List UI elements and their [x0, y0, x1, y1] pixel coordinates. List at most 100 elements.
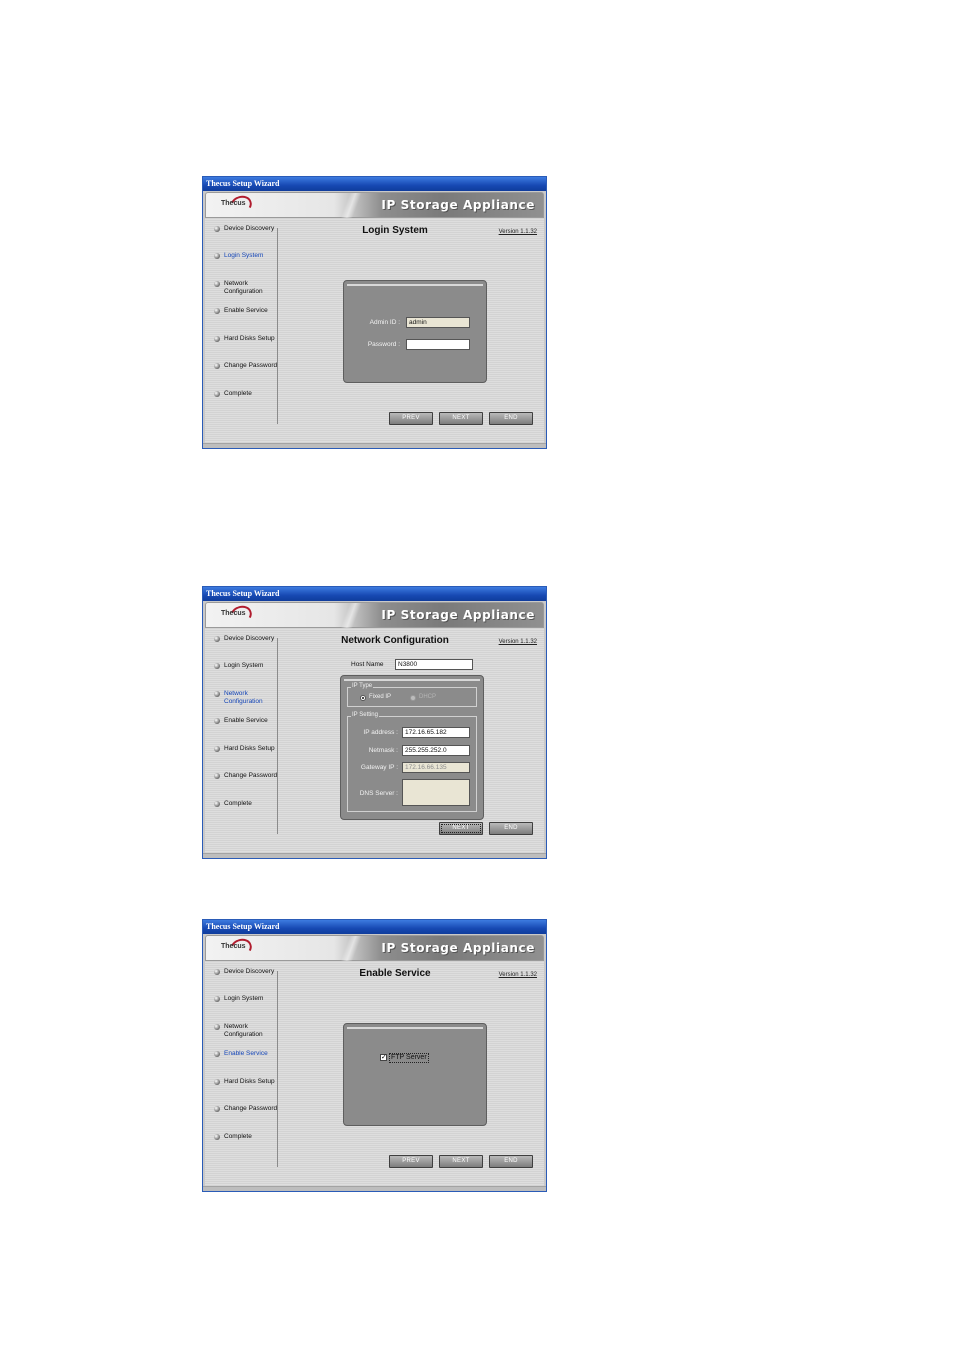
sidebar-item-complete[interactable]: Complete	[212, 800, 278, 820]
bullet-ball-icon	[214, 336, 220, 342]
bullet-ball-icon	[214, 636, 220, 642]
host-name-field[interactable]: N3800	[395, 659, 473, 670]
sidebar-item-device-discovery[interactable]: Device Discovery	[212, 635, 278, 655]
page-title: Network Configuration	[341, 635, 449, 646]
sidebar-item-change-password[interactable]: Change Password	[212, 1105, 278, 1125]
bullet-ball-icon	[214, 1051, 220, 1057]
wizard-window-network: Thecus Setup Wizard Thecus IP Storage Ap…	[202, 586, 547, 859]
wizard-content: Device Discovery Login System Network Co…	[205, 218, 544, 446]
ip-type-group: IP Type Fixed IP DHCP	[347, 683, 477, 707]
end-button[interactable]: END	[489, 412, 533, 425]
bullet-ball-icon	[214, 969, 220, 975]
bullet-ball-icon	[214, 996, 220, 1002]
dhcp-label: DHCP	[419, 694, 437, 700]
prev-button[interactable]: PREV	[389, 412, 433, 425]
sidebar-item-enable-service[interactable]: Enable Service	[212, 307, 278, 327]
version-label: Version 1.1.32	[498, 639, 537, 645]
bullet-ball-icon	[214, 308, 220, 314]
netmask-field[interactable]: 255.255.252.0	[402, 745, 470, 756]
bullet-ball-icon	[214, 718, 220, 724]
sidebar-item-change-password[interactable]: Change Password	[212, 772, 278, 792]
service-panel: ✓ FTP Server	[343, 1023, 487, 1126]
banner: Thecus IP Storage Appliance	[205, 602, 544, 629]
bullet-ball-icon	[214, 1024, 220, 1030]
wizard-content: Device Discovery Login System Network Co…	[205, 961, 544, 1189]
ip-setting-label: IP Setting	[351, 712, 379, 718]
bullet-ball-icon	[214, 1079, 220, 1085]
brand-title: IP Storage Appliance	[381, 941, 535, 955]
sidebar-item-network-configuration[interactable]: Network Configuration	[212, 1023, 278, 1043]
ip-type-label: IP Type	[351, 683, 374, 689]
gateway-ip-label: Gateway IP :	[360, 764, 398, 771]
sidebar-divider	[277, 228, 278, 424]
bullet-ball-icon	[214, 226, 220, 232]
netmask-label: Netmask :	[368, 747, 398, 754]
sidebar-item-hard-disks-setup[interactable]: Hard Disks Setup	[212, 335, 278, 355]
ip-setting-group: IP Setting IP address : 172.16.65.182 Ne…	[347, 712, 477, 812]
thecus-logo-icon: Thecus	[210, 602, 255, 628]
bullet-ball-icon	[214, 663, 220, 669]
dhcp-radio[interactable]	[410, 695, 416, 701]
sidebar-item-hard-disks-setup[interactable]: Hard Disks Setup	[212, 745, 278, 765]
next-button[interactable]: NEXT	[439, 822, 483, 835]
admin-id-field[interactable]: admin	[406, 317, 470, 328]
banner: Thecus IP Storage Appliance	[205, 935, 544, 962]
sidebar-item-login-system[interactable]: Login System	[212, 662, 278, 682]
sidebar-item-change-password[interactable]: Change Password	[212, 362, 278, 382]
bullet-ball-icon	[214, 1106, 220, 1112]
end-button[interactable]: END	[489, 1155, 533, 1168]
fixed-ip-radio[interactable]	[360, 695, 366, 701]
sidebar-item-network-configuration[interactable]: Network Configuration	[212, 280, 278, 300]
end-button[interactable]: END	[489, 822, 533, 835]
bullet-ball-icon	[214, 801, 220, 807]
sidebar-item-login-system[interactable]: Login System	[212, 252, 278, 272]
bullet-ball-icon	[214, 391, 220, 397]
bullet-ball-icon	[214, 691, 220, 697]
ftp-server-checkbox[interactable]: ✓	[380, 1054, 387, 1061]
sidebar-item-login-system[interactable]: Login System	[212, 995, 278, 1015]
dns-server-label: DNS Server :	[359, 790, 398, 797]
page-title: Login System	[362, 225, 428, 236]
next-button[interactable]: NEXT	[439, 1155, 483, 1168]
fixed-ip-label: Fixed IP	[369, 694, 392, 700]
admin-id-label: Admin ID :	[369, 319, 400, 326]
version-label: Version 1.1.32	[498, 229, 537, 235]
window-title: Thecus Setup Wizard	[203, 587, 546, 601]
brand-title: IP Storage Appliance	[381, 198, 535, 212]
prev-button[interactable]: PREV	[389, 1155, 433, 1168]
thecus-logo-icon: Thecus	[210, 192, 255, 218]
bullet-ball-icon	[214, 281, 220, 287]
thecus-logo-icon: Thecus	[210, 935, 255, 961]
sidebar-item-hard-disks-setup[interactable]: Hard Disks Setup	[212, 1078, 278, 1098]
version-label: Version 1.1.32	[498, 972, 537, 978]
bullet-ball-icon	[214, 1134, 220, 1140]
sidebar-item-device-discovery[interactable]: Device Discovery	[212, 225, 278, 245]
dns-server-field[interactable]	[402, 779, 470, 806]
sidebar-divider	[277, 971, 278, 1167]
network-panel: IP Type Fixed IP DHCP IP Setting IP addr…	[340, 675, 484, 820]
page-title: Enable Service	[359, 968, 431, 979]
wizard-window-login: Thecus Setup Wizard Thecus IP Storage Ap…	[202, 176, 547, 449]
sidebar-item-enable-service[interactable]: Enable Service	[212, 1050, 278, 1070]
ip-address-label: IP address :	[363, 729, 398, 736]
bullet-ball-icon	[214, 773, 220, 779]
sidebar-item-complete[interactable]: Complete	[212, 390, 278, 410]
sidebar-item-device-discovery[interactable]: Device Discovery	[212, 968, 278, 988]
login-panel: Admin ID : admin Password :	[343, 280, 487, 383]
checkmark-icon: ✓	[381, 1054, 387, 1061]
wizard-content: Device Discovery Login System Network Co…	[205, 628, 544, 856]
brand-title: IP Storage Appliance	[381, 608, 535, 622]
window-title: Thecus Setup Wizard	[203, 920, 546, 934]
password-field[interactable]	[406, 339, 470, 350]
next-button[interactable]: NEXT	[439, 412, 483, 425]
host-name-label: Host Name	[351, 661, 384, 668]
banner: Thecus IP Storage Appliance	[205, 192, 544, 219]
bullet-ball-icon	[214, 253, 220, 259]
sidebar-item-enable-service[interactable]: Enable Service	[212, 717, 278, 737]
gateway-ip-field[interactable]: 172.16.66.135	[402, 762, 470, 773]
window-title: Thecus Setup Wizard	[203, 177, 546, 191]
ip-address-field[interactable]: 172.16.65.182	[402, 727, 470, 738]
sidebar-item-complete[interactable]: Complete	[212, 1133, 278, 1153]
wizard-window-service: Thecus Setup Wizard Thecus IP Storage Ap…	[202, 919, 547, 1192]
sidebar-item-network-configuration[interactable]: Network Configuration	[212, 690, 278, 710]
